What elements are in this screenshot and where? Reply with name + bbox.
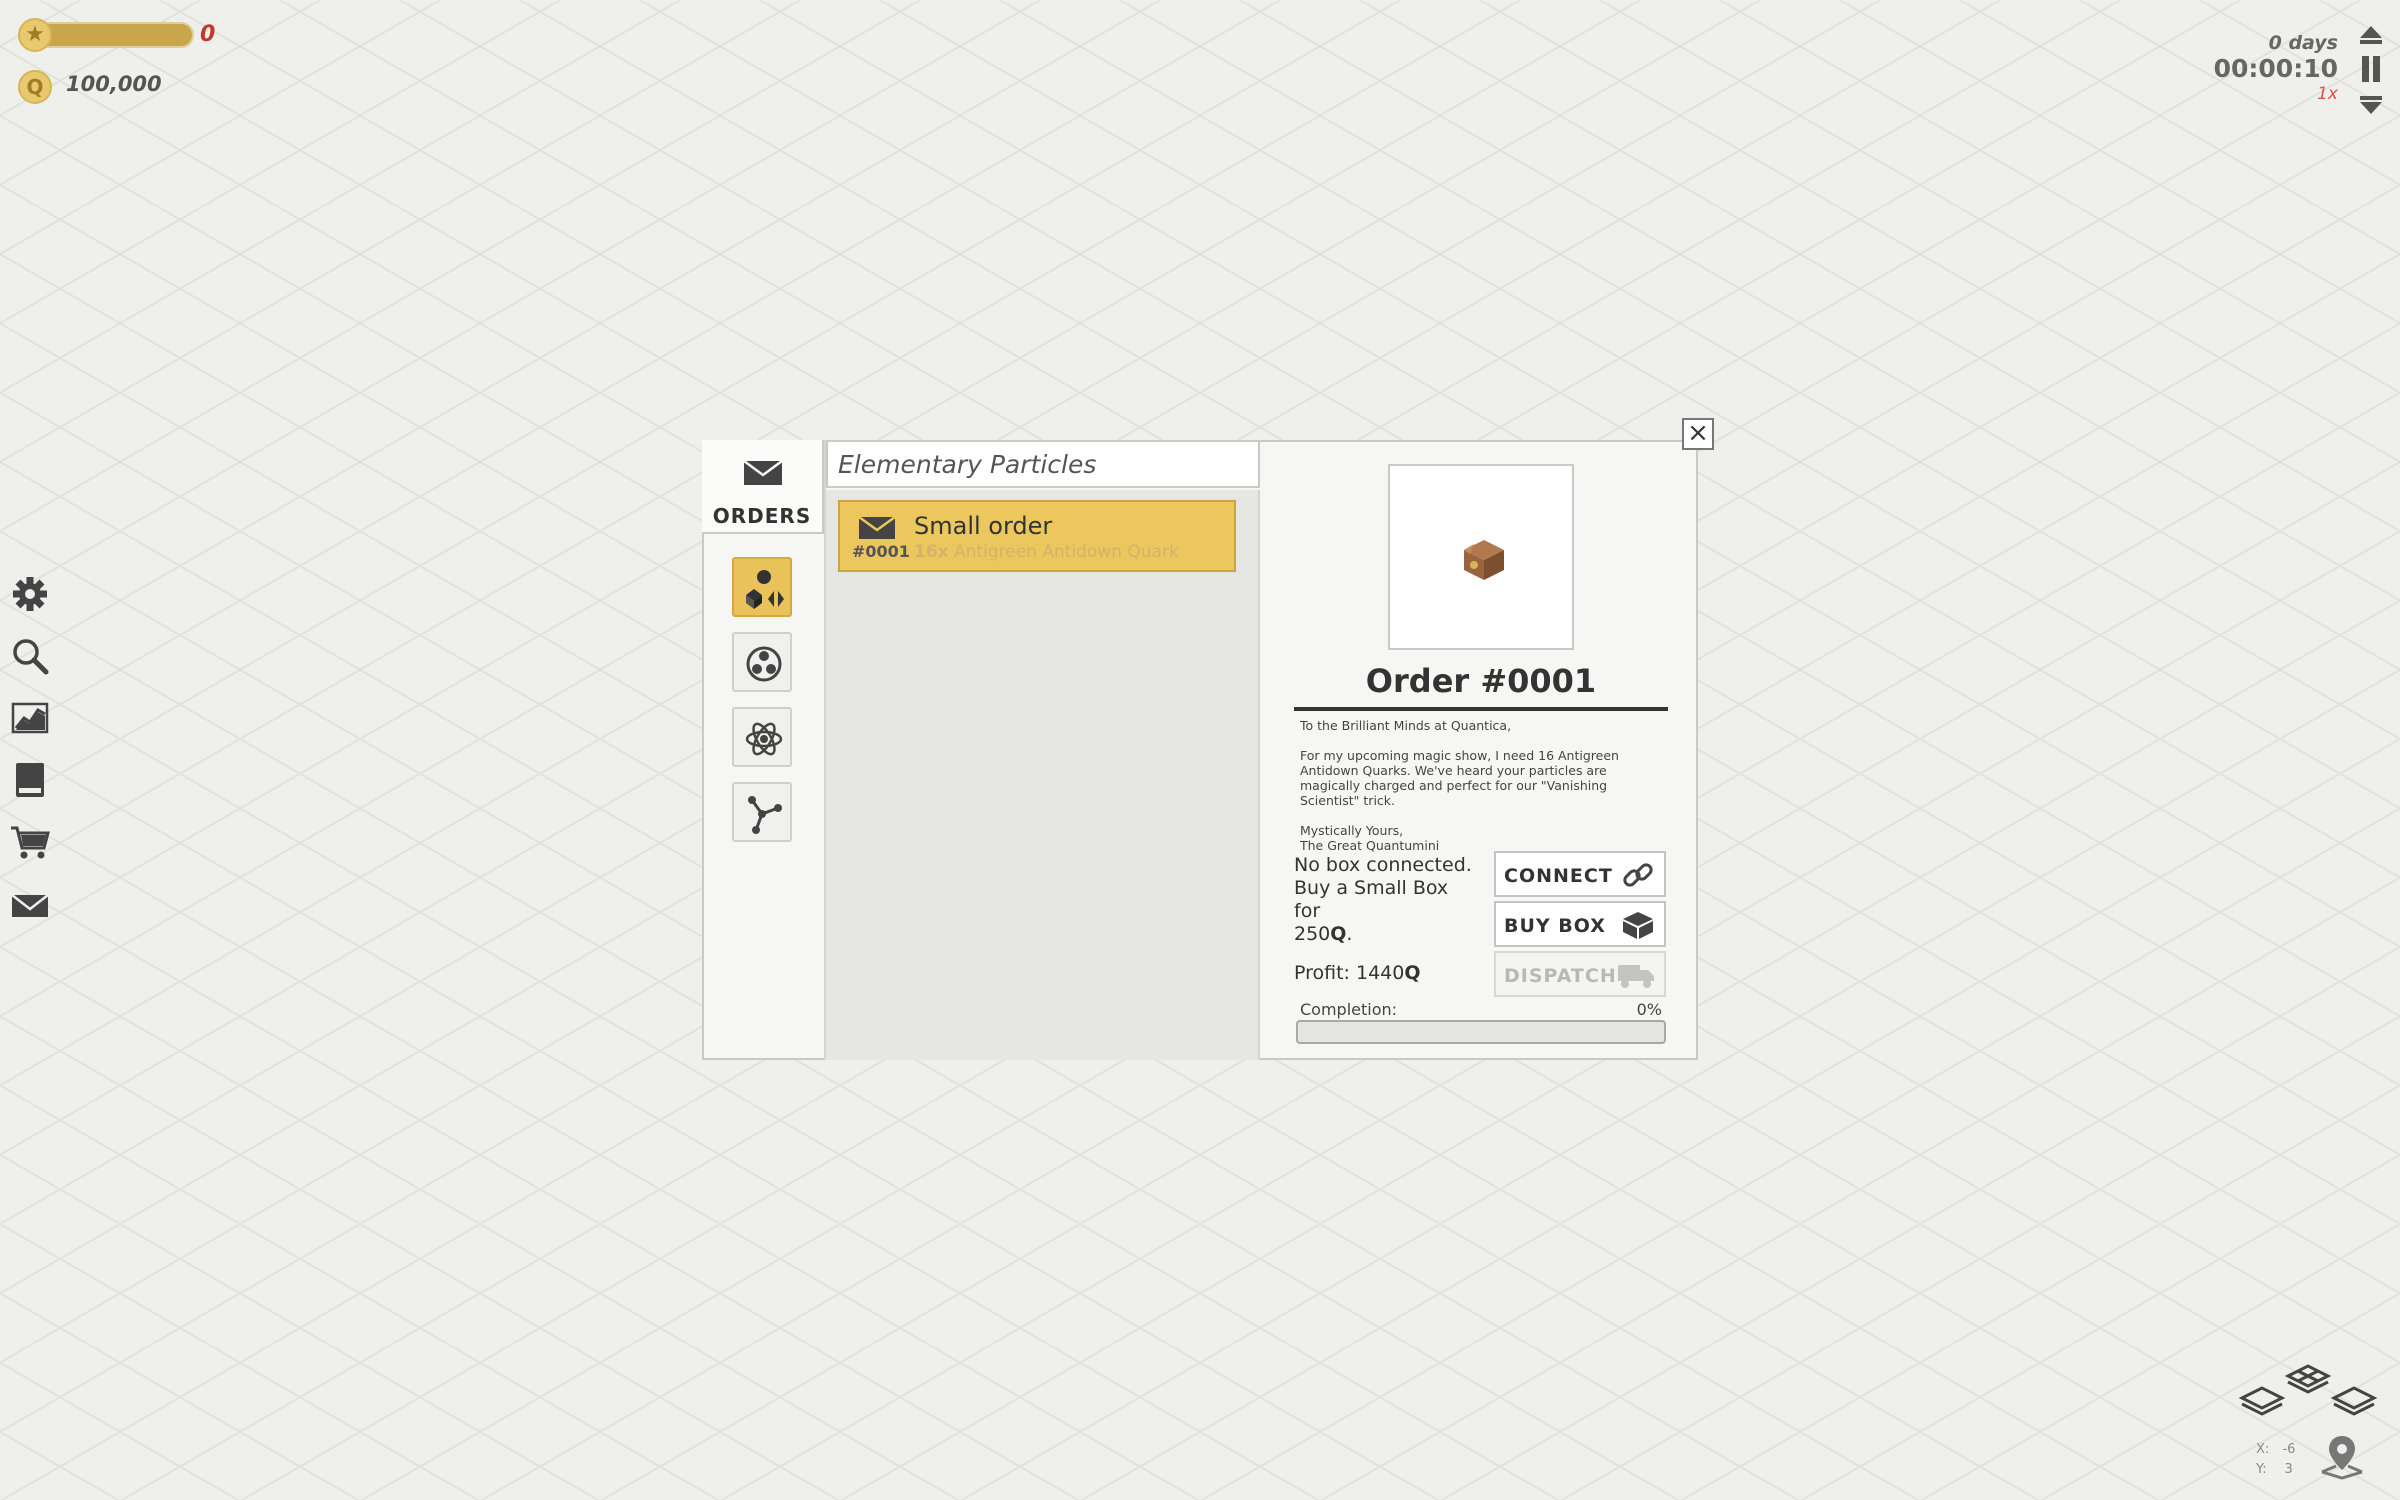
layer-controls <box>2238 1364 2378 1416</box>
book-icon <box>16 763 44 797</box>
category-header: Elementary Particles <box>826 440 1260 488</box>
tab-orders-label: ORDERS <box>712 504 812 528</box>
dispatch-button-label: DISPATCH <box>1504 965 1617 987</box>
search-button[interactable] <box>8 634 52 678</box>
box-status-line1: No box connected. <box>1294 854 1472 876</box>
profit-text: Profit: 1440Q <box>1294 962 1421 984</box>
order-list <box>826 490 1260 1060</box>
speed-up-icon[interactable] <box>2360 26 2382 44</box>
connect-button-label: CONNECT <box>1504 865 1613 887</box>
divider <box>1294 707 1668 711</box>
day-counter: 0 days <box>2268 32 2338 54</box>
reputation-value: 0 <box>200 22 216 47</box>
game-clock: 00:00:10 <box>2213 54 2338 83</box>
orders-button[interactable] <box>8 884 52 928</box>
particles-icon <box>746 570 784 609</box>
coord-x-value: -6 <box>2282 1442 2296 1457</box>
order-letter: To the Brilliant Minds at Quantica, For … <box>1300 718 1670 853</box>
star-icon: ★ <box>18 18 52 52</box>
order-item-particle: Antigreen Antidown Quark <box>954 542 1179 562</box>
coord-y-label: Y: <box>2256 1462 2267 1477</box>
letter-body: For my upcoming magic show, I need 16 An… <box>1300 748 1619 808</box>
mail-icon <box>743 460 783 485</box>
box-price-currency: Q <box>1330 923 1347 945</box>
list-item[interactable]: Small order #0001 16x Antigreen Antidown… <box>838 500 1236 572</box>
layer-down-icon[interactable] <box>2238 1386 2286 1416</box>
speed-controls <box>2360 26 2382 114</box>
layer-grid-icon[interactable] <box>2284 1364 2332 1394</box>
tab-orders[interactable]: ORDERS <box>702 440 824 534</box>
box-price-period: . <box>1346 923 1353 945</box>
completion-label: Completion: <box>1300 1000 1398 1019</box>
link-icon <box>1623 863 1653 887</box>
order-item-id: #0001 <box>852 542 910 561</box>
encyclopedia-button[interactable] <box>8 758 52 802</box>
gear-icon <box>13 577 47 611</box>
buy-box-button-label: BUY BOX <box>1504 915 1606 937</box>
box-price: 250 <box>1294 923 1331 945</box>
dispatch-button[interactable]: DISPATCH <box>1494 951 1666 997</box>
box-icon <box>1464 540 1504 580</box>
coord-x-label: X: <box>2256 1442 2270 1457</box>
box-status: No box connected. Buy a Small Box for 25… <box>1294 854 1480 946</box>
category-elementary-particles[interactable] <box>732 557 792 617</box>
speed-down-icon[interactable] <box>2360 96 2382 114</box>
category-title: Elementary Particles <box>838 450 1097 479</box>
chart-icon <box>11 702 49 734</box>
letter-greeting: To the Brilliant Minds at Quantica, <box>1300 718 1512 733</box>
order-title: Order #0001 <box>1365 662 1597 700</box>
close-icon: × <box>1687 418 1709 448</box>
game-speed: 1x <box>2317 84 2338 104</box>
money-value: 100,000 <box>66 72 162 96</box>
hadron-icon <box>746 646 782 682</box>
coordinates-readout: X: -6 Y: 3 <box>2256 1440 2295 1480</box>
order-box-preview <box>1388 464 1574 650</box>
letter-closing: Mystically Yours, <box>1300 823 1404 838</box>
search-icon <box>13 639 49 675</box>
shop-button[interactable] <box>8 820 52 864</box>
buy-box-button[interactable]: BUY BOX <box>1494 901 1666 947</box>
order-item-quantity: 16x <box>914 542 949 562</box>
order-item-subtitle: 16x Antigreen Antidown Quark <box>914 542 1179 562</box>
category-molecules[interactable] <box>732 782 792 842</box>
molecule-icon <box>748 796 782 834</box>
coord-y-value: 3 <box>2284 1462 2293 1477</box>
layer-up-icon[interactable] <box>2330 1386 2378 1416</box>
mail-icon <box>11 894 49 917</box>
cart-icon <box>11 826 50 859</box>
pause-icon[interactable] <box>2362 56 2380 82</box>
box-status-line2: Buy a Small Box for <box>1294 877 1449 922</box>
coin-icon: Q <box>18 70 52 104</box>
atom-icon <box>745 722 783 756</box>
completion-progress-bar <box>1296 1020 1666 1044</box>
box-icon <box>1623 912 1653 939</box>
profit-label: Profit: 1440 <box>1294 962 1405 984</box>
statistics-button[interactable] <box>8 696 52 740</box>
mail-icon <box>858 516 896 539</box>
category-atoms[interactable] <box>732 707 792 767</box>
settings-button[interactable] <box>8 572 52 616</box>
order-item-title: Small order <box>914 512 1053 540</box>
close-button[interactable]: × <box>1682 418 1714 450</box>
profit-currency: Q <box>1404 962 1421 984</box>
truck-icon <box>1618 965 1654 988</box>
category-hadrons[interactable] <box>732 632 792 692</box>
connect-button[interactable]: CONNECT <box>1494 851 1666 897</box>
completion-value: 0% <box>1636 1000 1662 1019</box>
map-pin-icon[interactable] <box>2318 1432 2366 1480</box>
